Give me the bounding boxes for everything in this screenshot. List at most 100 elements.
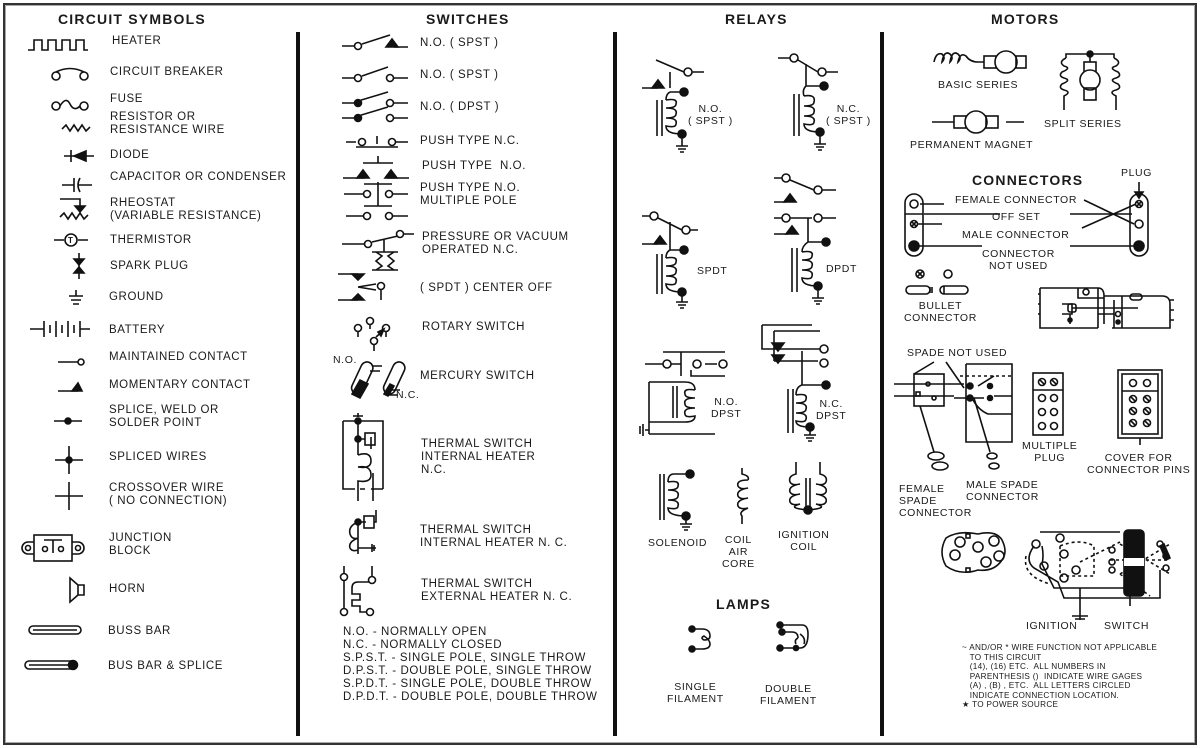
double-filament-lamp-icon xyxy=(776,621,809,652)
column-divider xyxy=(296,32,300,736)
note-line: PARENTHESIS () INDICATE WIRE GAGES xyxy=(962,671,1143,681)
switch-no-spst-icon xyxy=(342,66,408,83)
column-divider xyxy=(613,32,617,736)
symbol-label: CROSSOVER WIRE ( NO CONNECTION) xyxy=(109,482,228,507)
rotary-switch-icon xyxy=(353,316,391,351)
symbol-label: FUSE xyxy=(110,93,144,105)
relay-label: DPDT xyxy=(826,263,857,275)
svg-text:T: T xyxy=(68,236,73,245)
female-connector-label: FEMALE CONNECTOR xyxy=(955,194,1078,206)
crossover-wire-icon xyxy=(55,482,83,510)
basic-series-motor-icon xyxy=(933,50,1027,74)
circuit-breaker-icon xyxy=(51,67,89,81)
spdt-center-off-icon xyxy=(338,273,386,301)
battery-icon xyxy=(30,321,90,337)
switch-label: THERMAL SWITCH EXTERNAL HEATER N. C. xyxy=(421,578,573,603)
symbol-label: SPARK PLUG xyxy=(110,260,189,272)
diode-icon xyxy=(64,149,94,163)
push-switch-nc-icon xyxy=(346,136,408,148)
note-line: (A) , (B) , ETC. ALL LETTERS CIRCLED xyxy=(962,681,1131,690)
connector-housing-icon xyxy=(1038,287,1174,329)
motor-label: PERMANENT MAGNET xyxy=(910,139,1034,151)
note-line: INDICATE CONNECTION LOCATION. xyxy=(962,690,1120,700)
buss-bar-icon xyxy=(28,625,82,635)
thermal-switch-internal-2-icon xyxy=(348,510,377,554)
capacitor-icon xyxy=(62,177,92,193)
switch-abbreviation-legend: N.O. - NORMALLY OPEN N.C. - NORMALLY CLO… xyxy=(343,626,597,704)
notes: ~ AND/OR * WIRE FUNCTION NOT APPLICABLE … xyxy=(962,643,1157,710)
junction-block-icon xyxy=(21,534,85,562)
ground-icon xyxy=(69,290,83,305)
symbol-label: BATTERY xyxy=(109,324,166,336)
switch-label: N.O. ( SPST ) xyxy=(420,37,499,49)
momentary-contact-icon xyxy=(58,381,84,392)
switch-label: N.O. ( DPST ) xyxy=(420,101,500,113)
switch-label: THERMAL SWITCH INTERNAL HEATER N.C. xyxy=(421,438,536,476)
ignition-label: IGNITION xyxy=(1026,620,1078,632)
heater-icon xyxy=(28,39,88,51)
symbol-label: MAINTAINED CONTACT xyxy=(109,351,248,363)
note-line: ~ AND/OR * WIRE FUNCTION NOT APPLICABLE xyxy=(962,643,1158,652)
lamp-label: DOUBLE FILAMENT xyxy=(760,683,817,707)
spade-not-used-label: SPADE NOT USED xyxy=(907,347,1008,359)
motors-title: MOTORS xyxy=(991,11,1060,27)
legend-line: S.P.S.T. - SINGLE POLE, SINGLE THROW xyxy=(343,652,586,664)
circuit-symbols-title: CIRCUIT SYMBOLS xyxy=(58,11,206,27)
motor-label: BASIC SERIES xyxy=(938,79,1019,91)
symbol-label: CIRCUIT BREAKER xyxy=(110,66,224,78)
switch-label: ( SPDT ) CENTER OFF xyxy=(420,282,553,294)
symbol-label: CAPACITOR OR CONDENSER xyxy=(110,171,287,183)
male-connector-label: MALE CONNECTOR xyxy=(962,229,1070,241)
cover-for-connector-pins-icon xyxy=(1117,369,1163,445)
symbol-label: MOMENTARY CONTACT xyxy=(109,379,251,391)
ignition-coil-icon xyxy=(788,462,828,515)
thermal-switch-external-icon xyxy=(339,566,377,617)
ignition-switch-wiring-icon xyxy=(1024,529,1172,620)
lamp-label: SINGLE FILAMENT xyxy=(667,681,724,705)
switch-label: MERCURY SWITCH xyxy=(420,370,535,382)
note-line: (14), (16) ETC. ALL NUMBERS IN xyxy=(962,662,1106,671)
female-spade-connector-label: FEMALE SPADE CONNECTOR xyxy=(899,483,972,519)
relay-label: COIL AIR CORE xyxy=(722,534,755,570)
switch-label: SWITCH xyxy=(1104,620,1150,632)
note-line: ★ TO POWER SOURCE xyxy=(962,700,1059,709)
push-switch-multipole-icon xyxy=(344,182,408,221)
switches-title: SWITCHES xyxy=(426,11,510,27)
motor-label: SPLIT SERIES xyxy=(1044,118,1122,130)
switch-label: THERMAL SWITCH INTERNAL HEATER N. C. xyxy=(420,524,568,549)
switch-label: PRESSURE OR VACUUM OPERATED N.C. xyxy=(422,231,569,256)
spade-connector-diagram-icon xyxy=(894,361,1013,471)
bullet-connector-icon xyxy=(905,269,969,295)
maintained-contact-icon xyxy=(58,358,85,366)
note-line: TO THIS CIRCUIT xyxy=(962,652,1042,662)
split-series-motor-icon xyxy=(1059,50,1121,110)
off-set-label: OFF SET xyxy=(992,211,1041,223)
pressure-vacuum-switch-icon xyxy=(342,229,414,271)
lamps-title: LAMPS xyxy=(716,596,771,612)
symbol-label: GROUND xyxy=(109,291,164,303)
splice-point-icon xyxy=(54,417,82,425)
push-switch-no-icon xyxy=(343,156,409,179)
multiple-plug-icon xyxy=(1032,372,1064,436)
relay-dpdt-icon xyxy=(774,173,836,305)
switch-label: PUSH TYPE N.C. xyxy=(420,135,520,147)
symbol-label: DIODE xyxy=(110,149,150,161)
legend-line: D.P.D.T. - DOUBLE POLE, DOUBLE THROW xyxy=(343,691,598,703)
column-divider xyxy=(880,32,884,736)
plug-label: PLUG xyxy=(1121,167,1152,179)
multiple-plug-label: MULTIPLE PLUG xyxy=(1022,440,1078,464)
legend-line: D.P.S.T. - DOUBLE POLE, SINGLE THROW xyxy=(343,665,592,677)
permanent-magnet-motor-icon xyxy=(932,110,1024,134)
ignition-switch-connector-icon xyxy=(941,531,1006,574)
horn-icon xyxy=(69,576,85,604)
bus-bar-splice-icon xyxy=(24,659,79,671)
spliced-wires-icon xyxy=(55,446,83,474)
male-spade-connector-label: MALE SPADE CONNECTOR xyxy=(966,479,1039,503)
relay-label: IGNITION COIL xyxy=(778,529,830,553)
symbol-label: THERMISTOR xyxy=(110,234,192,246)
rheostat-icon xyxy=(59,198,89,221)
mercury-no-label: N.O. xyxy=(333,354,357,366)
cover-for-connector-pins-label: COVER FOR CONNECTOR PINS xyxy=(1087,452,1191,476)
switch-no-dpst-icon xyxy=(342,91,408,123)
fuse-icon xyxy=(51,99,89,111)
